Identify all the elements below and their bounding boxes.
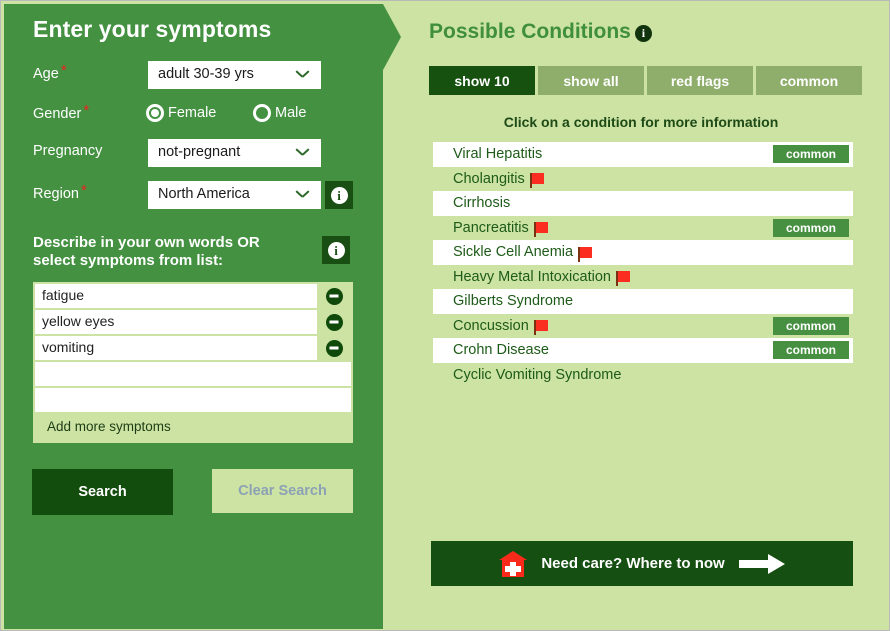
common-badge: common <box>773 145 849 163</box>
condition-name: Pancreatitis <box>453 219 529 236</box>
symptom-list: fatigue yellow eyes vomiting Add more sy… <box>33 282 353 443</box>
click-hint: Click on a condition for more informatio… <box>503 114 779 130</box>
info-icon: i <box>330 186 348 204</box>
chevron-down-icon <box>296 190 309 198</box>
remove-symptom-button[interactable] <box>317 336 351 360</box>
pregnancy-select[interactable]: not-pregnant <box>148 139 321 167</box>
need-care-label: Need care? Where to now <box>541 555 725 572</box>
chevron-down-icon <box>296 70 309 78</box>
symptom-checker-app: Enter your symptoms Age * adult 30-39 yrs… <box>0 0 890 631</box>
info-icon: i <box>327 241 345 259</box>
symptom-entry-panel: Enter your symptoms Age * adult 30-39 yrs… <box>4 4 383 629</box>
red-flag-icon <box>578 246 594 262</box>
condition-name: Cirrhosis <box>453 195 511 212</box>
red-flag-icon <box>529 173 546 189</box>
condition-row[interactable]: Sickle Cell Anemia <box>433 240 853 265</box>
minus-circle-icon <box>325 287 343 305</box>
red-flag-icon <box>533 222 550 238</box>
conditions-list: Viral Hepatitis common Cholangitis Cirrh… <box>433 142 853 387</box>
gender-female-label: Female <box>168 105 217 121</box>
gender-radio-female[interactable]: Female <box>146 104 216 122</box>
symptom-input-empty[interactable] <box>35 388 351 412</box>
search-button[interactable]: Search <box>32 469 173 515</box>
condition-name: Gilberts Syndrome <box>453 293 574 310</box>
condition-name: Viral Hepatitis <box>453 146 543 163</box>
symptom-input-empty[interactable] <box>35 362 351 386</box>
pregnancy-select-value: not-pregnant <box>158 144 241 160</box>
results-title: Possible Conditions i <box>429 20 652 44</box>
gender-label: Gender * <box>33 102 90 122</box>
info-icon[interactable]: i <box>634 24 652 42</box>
symptom-text: yellow eyes <box>42 313 115 329</box>
condition-row[interactable]: Crohn Disease common <box>433 338 853 363</box>
condition-row[interactable]: Cyclic Vomiting Syndrome <box>433 363 853 388</box>
gender-male-label: Male <box>275 105 307 121</box>
required-asterisk: * <box>80 182 87 199</box>
condition-name: Concussion <box>453 317 529 334</box>
condition-row[interactable]: Viral Hepatitis common <box>433 142 853 167</box>
chevron-down-icon <box>296 148 309 156</box>
condition-name: Sickle Cell Anemia <box>453 244 574 261</box>
symptom-row[interactable]: yellow eyes <box>35 310 351 334</box>
tab-show-10[interactable]: show 10 <box>429 66 535 95</box>
region-field-row: Region * North America i <box>33 181 383 209</box>
age-select[interactable]: adult 30-39 yrs <box>148 61 321 89</box>
age-select-value: adult 30-39 yrs <box>158 66 254 82</box>
radio-unselected-icon <box>253 104 271 122</box>
common-badge: common <box>773 341 849 359</box>
panel-title: Enter your symptoms <box>33 16 272 42</box>
remove-symptom-button[interactable] <box>317 284 351 308</box>
common-badge: common <box>773 316 849 335</box>
pregnancy-field-row: Pregnancy not-pregnant <box>33 139 353 167</box>
age-label: Age * <box>33 62 67 82</box>
describe-heading: Describe in your own words OR select sym… <box>33 234 260 269</box>
radio-selected-icon <box>146 104 164 122</box>
symptom-row[interactable]: fatigue <box>35 284 351 308</box>
gender-field-row: Gender * Female Male <box>33 101 353 129</box>
condition-row[interactable]: Cirrhosis <box>433 191 853 216</box>
required-asterisk: * <box>60 62 67 79</box>
hospital-house-icon <box>499 550 528 577</box>
condition-row[interactable]: Heavy Metal Intoxication <box>433 265 853 290</box>
symptom-text: vomiting <box>42 339 95 355</box>
region-info-button[interactable]: i <box>325 181 353 209</box>
region-select-value: North America <box>158 186 250 202</box>
arrow-right-icon <box>738 553 785 574</box>
condition-row[interactable]: Pancreatitis common <box>433 216 853 241</box>
tab-red-flags[interactable]: red flags <box>647 66 753 95</box>
condition-name: Cyclic Vomiting Syndrome <box>453 366 622 383</box>
condition-row[interactable]: Gilberts Syndrome <box>433 289 853 314</box>
age-field-row: Age * adult 30-39 yrs <box>33 61 353 89</box>
red-flag-icon <box>615 271 632 287</box>
add-more-symptoms-button[interactable]: Add more symptoms <box>35 414 351 441</box>
condition-row[interactable]: Cholangitis <box>433 167 853 192</box>
condition-row[interactable]: Concussion common <box>433 314 853 339</box>
minus-circle-icon <box>325 339 343 357</box>
pregnancy-label: Pregnancy <box>33 143 103 159</box>
remove-symptom-button[interactable] <box>317 310 351 334</box>
condition-name: Cholangitis <box>453 170 525 187</box>
region-select[interactable]: North America <box>148 181 321 209</box>
tab-show-all[interactable]: show all <box>538 66 644 95</box>
tab-common[interactable]: common <box>756 66 862 95</box>
need-care-button[interactable]: Need care? Where to now <box>431 541 853 586</box>
clear-search-button[interactable]: Clear Search <box>212 469 353 513</box>
red-flag-icon <box>533 320 550 336</box>
region-label: Region * <box>33 182 87 202</box>
gender-radio-male[interactable]: Male <box>253 104 306 122</box>
required-asterisk: * <box>83 102 90 119</box>
symptom-text: fatigue <box>42 287 85 303</box>
symptom-row[interactable]: vomiting <box>35 336 351 360</box>
common-badge: common <box>773 218 849 237</box>
describe-info-button[interactable]: i <box>322 236 350 264</box>
add-more-symptoms-label: Add more symptoms <box>47 419 171 434</box>
minus-circle-icon <box>325 313 343 331</box>
results-title-text: Possible Conditions <box>429 20 631 43</box>
results-filter-tabs: show 10 show all red flags common <box>429 66 862 95</box>
condition-name: Heavy Metal Intoxication <box>453 268 611 285</box>
condition-name: Crohn Disease <box>453 342 549 359</box>
